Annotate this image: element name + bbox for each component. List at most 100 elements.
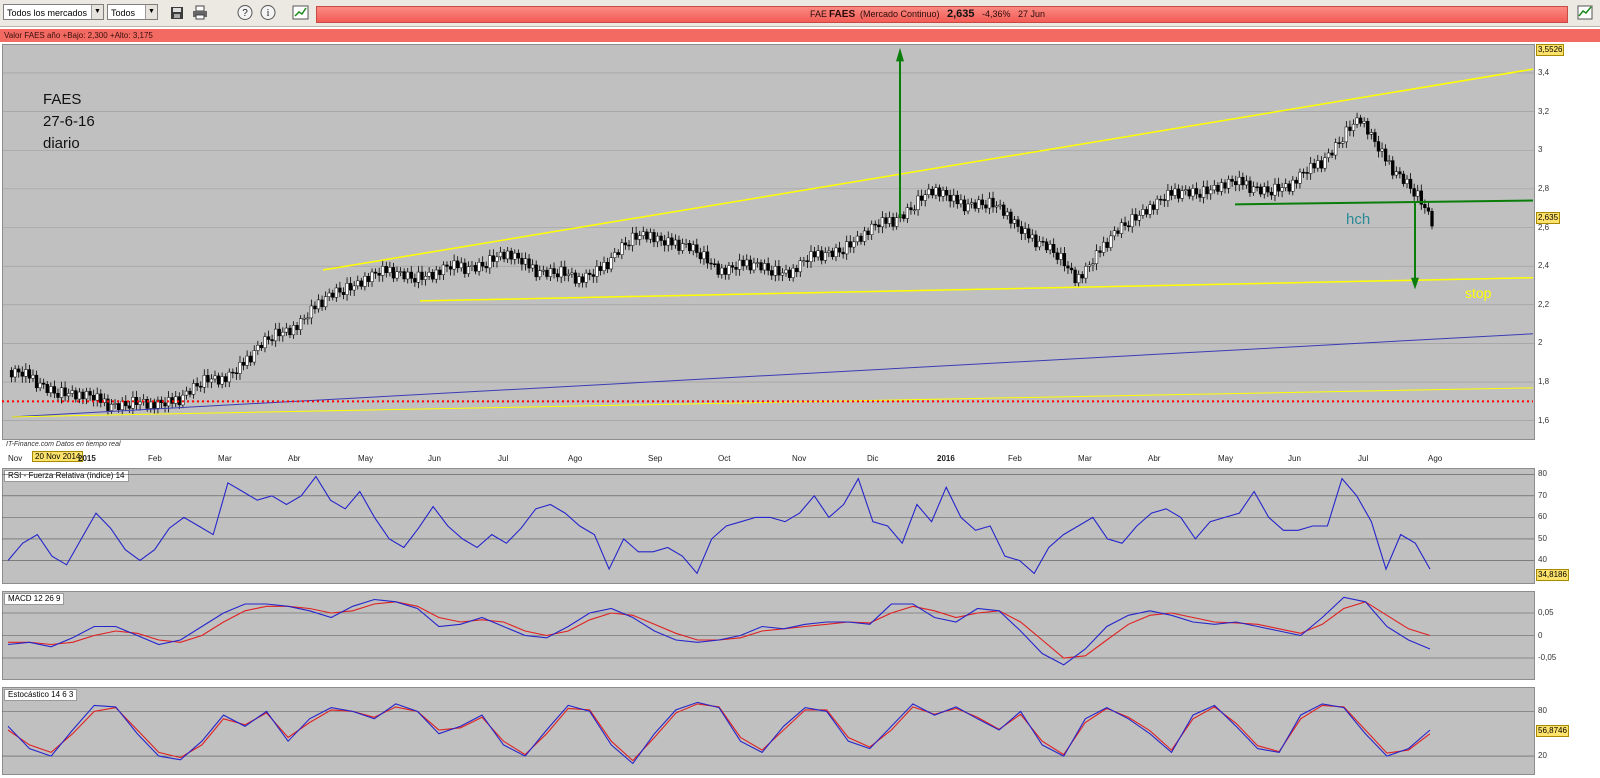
candle-up — [987, 197, 992, 209]
candle-down — [663, 240, 667, 246]
candle-up — [252, 350, 256, 363]
candle-down — [730, 265, 735, 268]
candle-down — [473, 265, 478, 272]
candle-down — [391, 267, 396, 279]
candle-up — [1184, 189, 1188, 191]
candle-up — [762, 263, 767, 271]
x-tick: Ago — [568, 454, 583, 463]
candle-down — [1019, 226, 1024, 234]
candle-down — [527, 258, 531, 269]
trendline-upper-channel — [322, 68, 1534, 271]
x-tick: Feb — [1008, 454, 1022, 463]
candle-up — [1059, 253, 1063, 260]
x-tick: Abr — [1148, 454, 1161, 463]
candle-up — [1344, 126, 1348, 143]
candle-down — [688, 243, 692, 252]
candle-down — [1287, 183, 1291, 192]
candle-up — [934, 187, 938, 196]
candle-up — [816, 250, 820, 258]
candle-down — [555, 273, 560, 278]
candle-down — [1069, 267, 1074, 271]
candle-up — [1084, 266, 1088, 279]
candle-up — [1316, 160, 1320, 169]
candle-down — [520, 257, 524, 265]
candle-up — [1219, 182, 1224, 192]
candle-up — [38, 382, 42, 389]
candle-down — [645, 231, 649, 240]
candle-up — [912, 209, 917, 211]
candle-down — [902, 214, 906, 219]
candle-down — [331, 292, 335, 298]
candle-up — [638, 235, 642, 240]
candle-down — [338, 287, 342, 293]
candle-up — [184, 390, 189, 396]
candle-down — [1134, 214, 1138, 221]
candle-down — [1169, 190, 1174, 196]
candle-up — [220, 376, 224, 385]
stochastic-last-label: 56,8746 — [1536, 725, 1569, 737]
candle-down — [552, 268, 556, 274]
candle-up — [1048, 244, 1052, 251]
candle-up — [291, 325, 296, 336]
candle-up — [666, 237, 670, 246]
candle-down — [1098, 250, 1102, 253]
candle-up — [423, 276, 428, 280]
candle-down — [124, 400, 128, 407]
candle-up — [1273, 183, 1277, 196]
x-tick: Jul — [498, 454, 509, 463]
candle-down — [516, 252, 521, 259]
candle-down — [402, 271, 406, 280]
candle-up — [566, 273, 570, 276]
candle-down — [1241, 176, 1245, 186]
candle-down — [216, 375, 221, 385]
candle-up — [238, 361, 242, 374]
candle-down — [445, 264, 449, 267]
candle-down — [866, 230, 870, 235]
candle-up — [466, 266, 471, 274]
candle-down — [502, 251, 506, 260]
candle-down — [74, 390, 78, 400]
candle-down — [288, 327, 292, 336]
candle-down — [1337, 142, 1341, 144]
price-y-tick: 2 — [1538, 338, 1543, 348]
trendline-neckline — [1234, 199, 1534, 206]
candle-down — [199, 385, 203, 388]
candle-up — [855, 235, 860, 243]
candle-down — [224, 376, 228, 383]
candle-down — [1348, 126, 1352, 131]
candle-up — [138, 401, 142, 405]
candle-down — [1412, 188, 1416, 197]
candle-down — [955, 194, 959, 205]
candle-up — [131, 397, 135, 409]
candle-up — [1284, 183, 1288, 188]
candle-up — [1326, 152, 1331, 159]
candle-down — [348, 283, 353, 291]
candle-down — [837, 247, 842, 253]
candle-down — [195, 383, 199, 387]
candle-up — [916, 195, 920, 210]
candle-up — [1141, 209, 1145, 216]
candle-down — [116, 403, 121, 410]
candle-down — [748, 259, 752, 271]
candle-down — [930, 188, 935, 196]
candle-down — [919, 195, 924, 201]
candle-up — [441, 264, 446, 275]
candle-down — [1066, 265, 1070, 269]
candle-up — [1191, 188, 1195, 197]
candle-up — [570, 272, 574, 275]
candle-down — [373, 271, 378, 274]
candle-down — [984, 204, 988, 209]
candle-down — [481, 261, 485, 267]
candle-up — [1077, 274, 1081, 284]
candle-up — [363, 275, 367, 287]
candle-up — [994, 205, 999, 208]
candle-down — [777, 266, 781, 276]
indicator-y-tick: 20 — [1538, 751, 1547, 761]
candle-down — [359, 280, 363, 287]
x-tick: Ago — [1428, 454, 1443, 463]
candle-down — [1002, 204, 1006, 216]
candle-down — [34, 374, 39, 389]
candle-down — [652, 232, 656, 243]
candle-down — [627, 244, 631, 247]
candle-up — [120, 400, 124, 410]
